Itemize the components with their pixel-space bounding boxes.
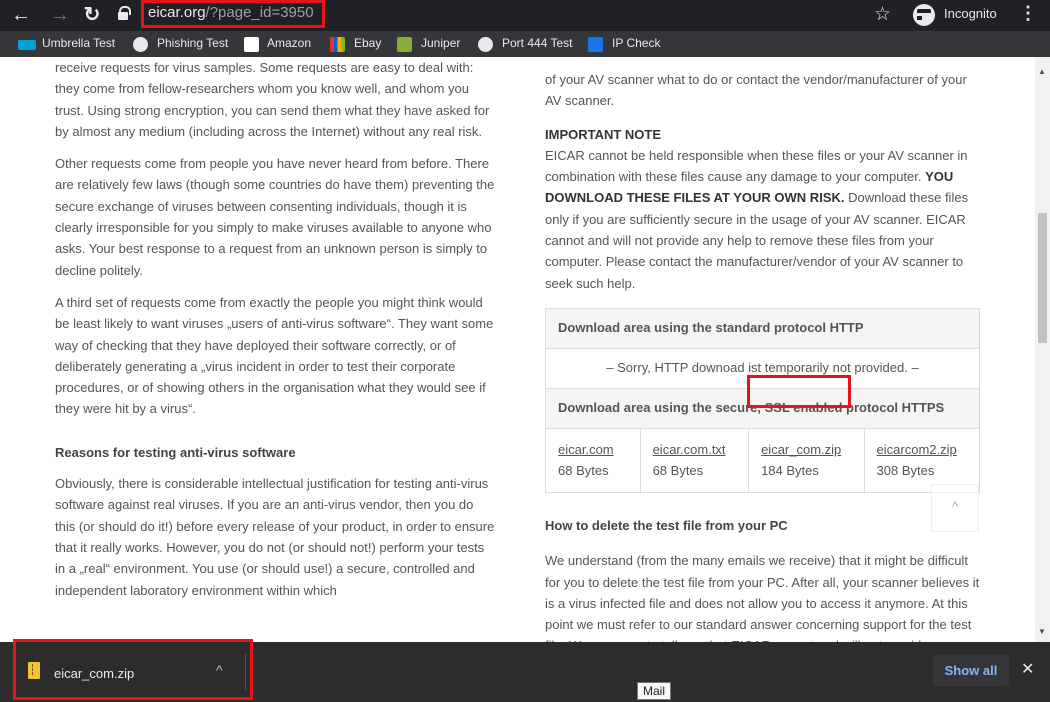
file-size: 68 Bytes: [652, 463, 704, 478]
tooltip: Mail: [637, 682, 672, 700]
left-column: receive requests for virus samples. Some…: [55, 57, 495, 612]
download-link-eicar-com-txt[interactable]: eicar.com.txt: [653, 439, 737, 460]
download-item-highlight-box: [13, 639, 253, 700]
scroll-up-arrow-icon[interactable]: ▲: [1038, 67, 1046, 76]
bookmark-juniper[interactable]: Juniper: [421, 36, 460, 50]
file-cell-eicarcom2-zip: eicarcom2.zip 308 Bytes: [865, 429, 979, 492]
download-link-eicar-com[interactable]: eicar.com: [558, 439, 628, 460]
paragraph-requests: receive requests for virus samples. Some…: [55, 60, 490, 139]
download-link-highlight-box: [747, 375, 851, 408]
paragraph-unknown-requests: Other requests come from people you have…: [55, 156, 495, 278]
file-cell-eicar-com: eicar.com 68 Bytes: [546, 429, 641, 492]
bookmark-ip-check[interactable]: IP Check: [612, 36, 660, 50]
bookmark-port-444-test[interactable]: Port 444 Test: [502, 36, 573, 50]
file-size: 308 Bytes: [876, 463, 935, 478]
file-cell-eicar-com-txt: eicar.com.txt 68 Bytes: [641, 429, 750, 492]
web-page: receive requests for virus samples. Some…: [0, 57, 1035, 642]
right-column: of your AV scanner what to do or contact…: [545, 69, 985, 294]
globe-icon: [133, 37, 148, 52]
download-link-eicar-com-zip[interactable]: eicar_com.zip: [761, 439, 851, 460]
back-button[interactable]: ←: [8, 2, 34, 28]
bookmark-ebay[interactable]: Ebay: [354, 36, 381, 50]
download-files-row: eicar.com 68 Bytes eicar.com.txt 68 Byte…: [546, 429, 979, 492]
back-arrow-icon: ←: [11, 4, 31, 26]
ebay-icon: [330, 37, 345, 52]
file-cell-eicar-com-zip: eicar_com.zip 184 Bytes: [749, 429, 865, 492]
incognito-label[interactable]: Incognito: [944, 6, 997, 21]
page-scrollbar[interactable]: ▲ ▼: [1035, 57, 1050, 642]
close-icon[interactable]: ✕: [1021, 659, 1034, 679]
note-text-a: EICAR cannot be held responsible when th…: [545, 147, 968, 185]
show-all-button[interactable]: Show all: [933, 655, 1009, 686]
amazon-icon: [244, 37, 259, 52]
http-download-heading: Download area using the standard protoco…: [546, 309, 979, 349]
delete-paragraph: We understand (from the many emails we r…: [545, 553, 980, 642]
lock-icon[interactable]: [118, 6, 131, 20]
globe-icon: [478, 37, 493, 52]
browser-toolbar: ← → ↻ eicar.org/?page_id=3950 ☆ Incognit…: [0, 0, 1050, 31]
paragraph-intro: of your AV scanner what to do or contact…: [545, 72, 967, 109]
url-highlight-box: [141, 0, 325, 28]
paragraph-testing: Obviously, there is considerable intelle…: [55, 476, 495, 598]
juniper-icon: [397, 37, 412, 52]
important-note-heading: IMPORTANT NOTE: [545, 126, 662, 142]
ipcheck-icon: [588, 37, 603, 52]
chevron-up-icon: ^: [951, 499, 959, 514]
scroll-to-top-button[interactable]: ^: [931, 484, 979, 532]
delete-heading: How to delete the test file from your PC: [545, 518, 788, 533]
bookmark-phishing-test[interactable]: Phishing Test: [157, 36, 228, 50]
menu-dots-icon[interactable]: ⋮: [1019, 3, 1037, 24]
delete-section: How to delete the test file from your PC…: [545, 515, 985, 642]
incognito-icon[interactable]: [913, 4, 941, 26]
paragraph-third-requests: A third set of requests come from exactl…: [55, 294, 494, 417]
section-heading-reasons: Reasons for testing anti-virus software: [55, 444, 296, 460]
forward-button[interactable]: →: [47, 2, 73, 28]
scrollbar-thumb[interactable]: [1038, 213, 1047, 343]
file-size: 184 Bytes: [761, 463, 819, 478]
bookmark-star-icon[interactable]: ☆: [874, 3, 891, 26]
note-text-b: Download these files only if you are suf…: [545, 190, 969, 291]
reload-button[interactable]: ↻: [79, 2, 105, 28]
reload-icon: ↻: [83, 4, 101, 26]
scroll-down-arrow-icon[interactable]: ▼: [1038, 627, 1046, 636]
download-link-eicarcom2-zip[interactable]: eicarcom2.zip: [877, 439, 967, 460]
bookmarks-bar: Umbrella Test Phishing Test Amazon Ebay …: [0, 31, 1050, 57]
important-note-text: EICAR cannot be held responsible when th…: [545, 145, 985, 294]
bookmark-umbrella-test[interactable]: Umbrella Test: [42, 36, 115, 50]
cisco-icon: [18, 40, 36, 50]
file-size: 68 Bytes: [558, 463, 609, 478]
forward-arrow-icon: →: [50, 4, 70, 26]
bookmark-amazon[interactable]: Amazon: [267, 36, 311, 50]
